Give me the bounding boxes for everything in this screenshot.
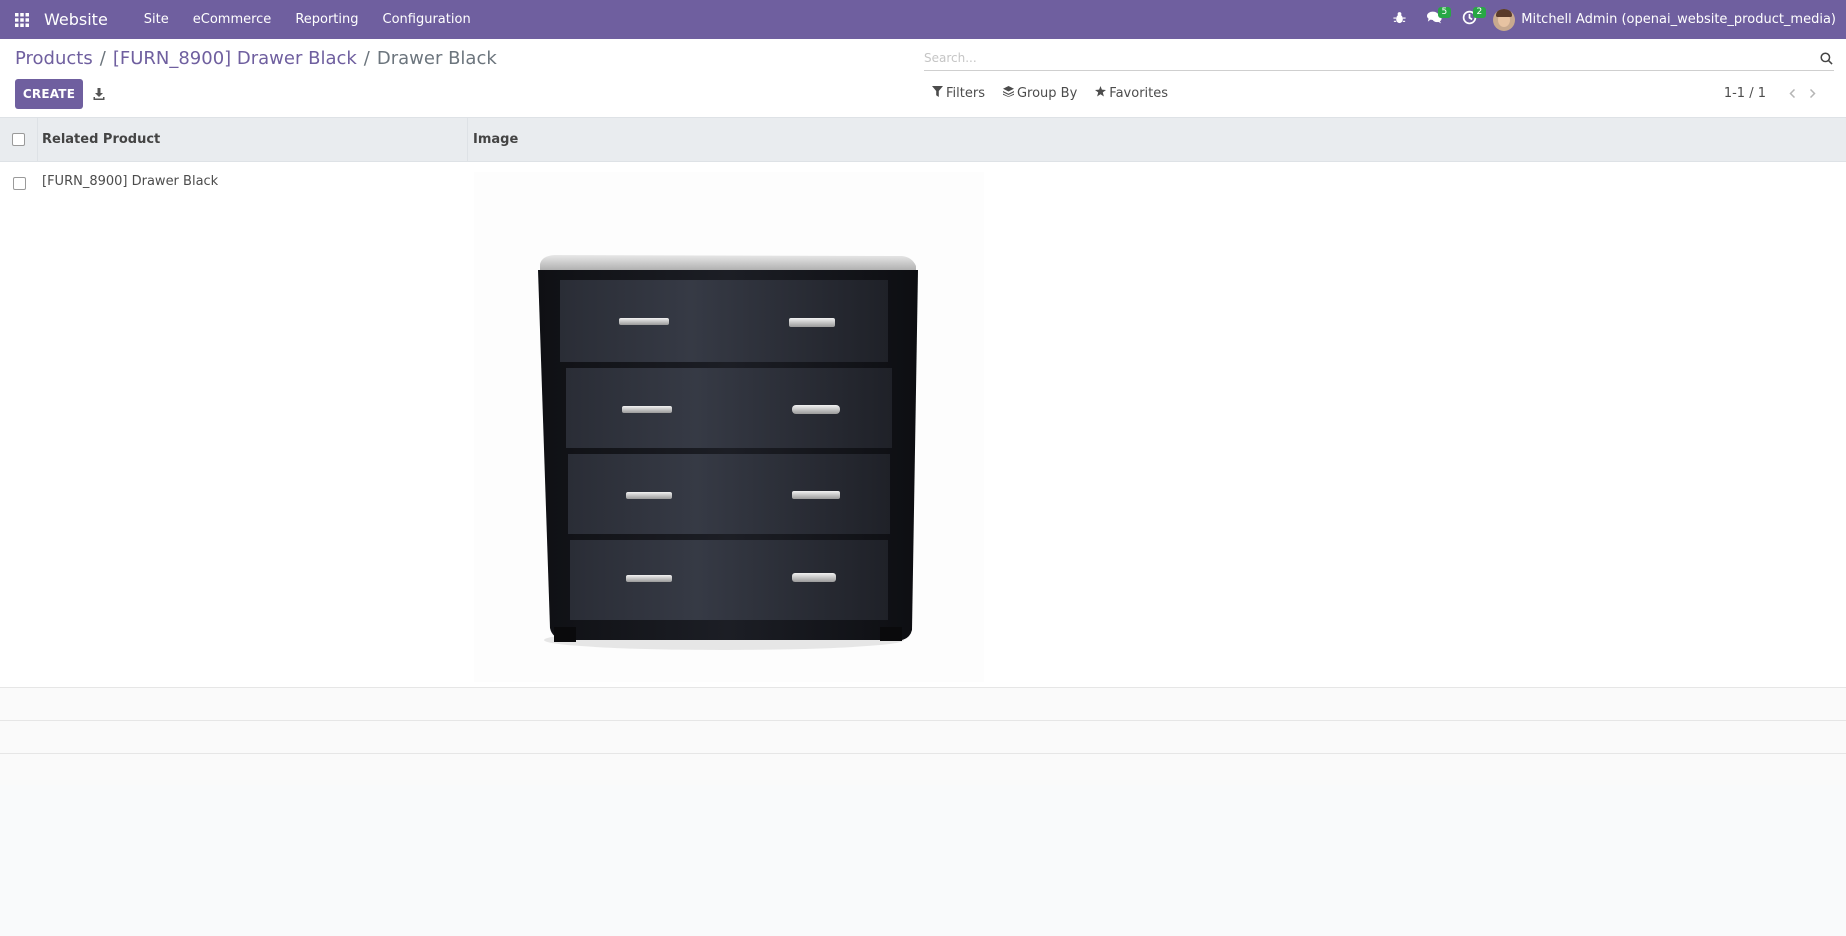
top-navbar: Website Site eCommerce Reporting Configu…: [0, 0, 1846, 39]
search-input[interactable]: [924, 51, 1818, 65]
pager-previous-button[interactable]: [1782, 89, 1802, 98]
row-checkbox[interactable]: [12, 177, 26, 190]
app-name[interactable]: Website: [44, 10, 132, 29]
table-row[interactable]: [FURN_8900] Drawer Black: [0, 162, 1846, 688]
favorites-button[interactable]: Favorites: [1095, 86, 1168, 101]
apps-grid-icon[interactable]: [0, 0, 44, 39]
filters-button[interactable]: Filters: [932, 86, 985, 101]
chevron-left-icon: [1788, 89, 1795, 98]
create-button[interactable]: CREATE: [15, 79, 83, 109]
group-by-button[interactable]: Group By: [1002, 86, 1078, 101]
activities-count-badge: 2: [1472, 7, 1487, 18]
search-icon[interactable]: [1818, 50, 1834, 66]
layers-icon: [1002, 86, 1017, 101]
breadcrumb-product[interactable]: [FURN_8900] Drawer Black: [113, 48, 357, 69]
empty-row: [0, 721, 1846, 754]
breadcrumb-products[interactable]: Products: [15, 48, 93, 69]
menu-ecommerce[interactable]: eCommerce: [181, 0, 284, 39]
messages-menu[interactable]: 5: [1417, 0, 1452, 39]
menu-site[interactable]: Site: [132, 0, 181, 39]
group-by-label: Group By: [1016, 86, 1078, 101]
export-button[interactable]: [88, 79, 110, 109]
row-select-cell: [0, 162, 38, 687]
avatar: [1493, 8, 1516, 31]
search-box: [924, 46, 1834, 71]
list-footer-area: [0, 785, 1846, 936]
bug-icon: [1392, 10, 1407, 29]
search-options: Filters Group By Favorites: [932, 86, 1186, 101]
pager-value[interactable]: 1-1 / 1: [1724, 86, 1766, 101]
empty-row: [0, 688, 1846, 721]
select-all-checkbox[interactable]: [12, 133, 25, 146]
pager-next-button[interactable]: [1802, 89, 1822, 98]
image-cell[interactable]: [468, 162, 1846, 687]
table-header: Related Product Image: [0, 117, 1846, 162]
debug-menu[interactable]: [1382, 0, 1417, 39]
systray: 5 2 Mitchell Admin (openai_website_produ…: [1382, 0, 1846, 39]
column-header-image[interactable]: Image: [468, 118, 1846, 161]
download-icon: [93, 85, 105, 104]
breadcrumb-current: Drawer Black: [376, 48, 497, 69]
user-menu[interactable]: Mitchell Admin (openai_website_product_m…: [1487, 8, 1846, 31]
empty-row: [0, 754, 1846, 787]
filter-icon: [932, 86, 946, 101]
chevron-right-icon: [1809, 89, 1816, 98]
user-name: Mitchell Admin (openai_website_product_m…: [1521, 12, 1836, 27]
activities-menu[interactable]: 2: [1452, 0, 1487, 39]
breadcrumb-separator: /: [99, 48, 106, 69]
select-all-cell: [0, 118, 38, 161]
product-image: [474, 172, 984, 682]
messages-count-badge: 5: [1437, 7, 1452, 18]
pager: 1-1 / 1: [1724, 86, 1822, 101]
favorites-label: Favorites: [1109, 86, 1169, 101]
menu-reporting[interactable]: Reporting: [283, 0, 370, 39]
related-product-cell[interactable]: [FURN_8900] Drawer Black: [38, 162, 468, 687]
star-icon: [1095, 86, 1109, 101]
breadcrumb: Products / [FURN_8900] Drawer Black / Dr…: [15, 48, 497, 69]
list-view: Related Product Image [FURN_8900] Drawer…: [0, 117, 1846, 787]
column-header-related-product[interactable]: Related Product: [38, 118, 468, 161]
breadcrumb-separator: /: [363, 48, 370, 69]
filters-label: Filters: [946, 86, 985, 101]
menu-configuration[interactable]: Configuration: [371, 0, 483, 39]
